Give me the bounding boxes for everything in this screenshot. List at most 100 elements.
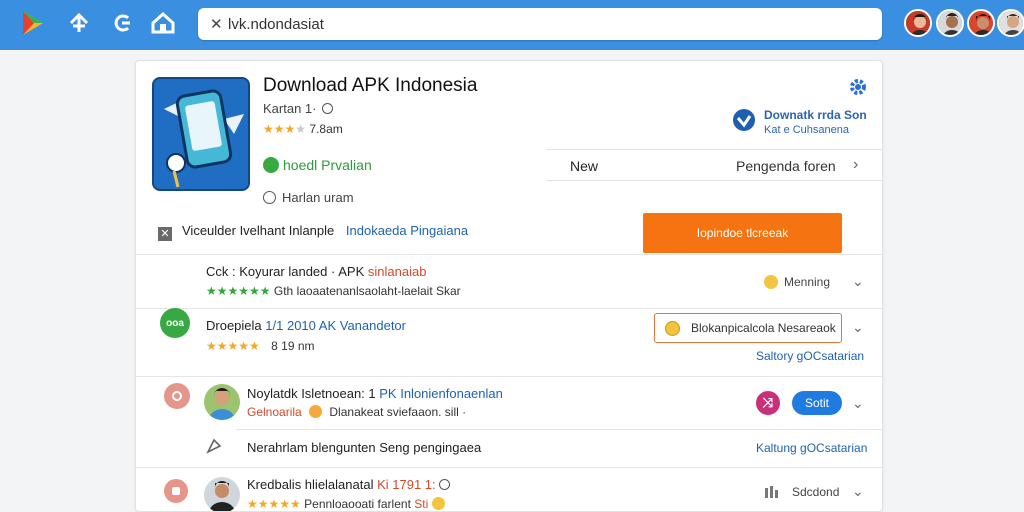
update-time: Harlan uram bbox=[263, 190, 354, 205]
list-item-sub-text2: farlent bbox=[377, 497, 411, 511]
divider bbox=[236, 429, 882, 430]
info-icon[interactable] bbox=[439, 479, 451, 490]
tab-pengenda[interactable]: Pengenda foren bbox=[736, 158, 836, 174]
search-input[interactable] bbox=[228, 12, 788, 36]
list-item-sub: ★★★★★ 8 19 nm bbox=[206, 339, 315, 353]
list-item-sub-red: Gelnoarila bbox=[247, 405, 302, 419]
promo-line2: Kat e Cuhsanena bbox=[764, 124, 850, 136]
app-rating: ★★★★ 7.8am bbox=[263, 122, 343, 136]
list-item-title-blue: 1/1 2010 AK Vanandetor bbox=[265, 318, 406, 333]
divider bbox=[136, 308, 882, 309]
list-item-title-red: sinlanaiab bbox=[367, 264, 427, 279]
list-item-title: Kredbalis hlielalanatal Ki 1791 1: bbox=[247, 477, 451, 492]
checkbox-label: Viceulder Ivelhant Inlanple bbox=[182, 223, 335, 238]
emoji-icon bbox=[309, 405, 323, 418]
list-item-title-red: Ki 1791 1: bbox=[377, 477, 436, 492]
avatar[interactable] bbox=[967, 9, 995, 37]
app-icon bbox=[152, 77, 250, 191]
app-detail-card: Download APK Indonesia Kartan 1· ★★★★ 7.… bbox=[135, 60, 883, 512]
list-item-sub-text: Dlanakeat sviefaaon. sill · bbox=[329, 405, 467, 419]
gear-icon[interactable] bbox=[848, 77, 868, 102]
home-icon[interactable] bbox=[150, 10, 176, 36]
shuffle-icon[interactable]: ⤨ bbox=[756, 391, 780, 415]
chevron-down-icon[interactable]: ⌄ bbox=[852, 483, 864, 500]
chevron-right-icon[interactable]: › bbox=[853, 156, 858, 174]
list-item-title: Cck : Koyurar landed · APK sinlanaiab bbox=[206, 264, 426, 279]
list-item-title-main: Droepiela bbox=[206, 318, 262, 333]
side-link[interactable]: Saltory gOCsatarian bbox=[756, 349, 864, 363]
chevron-down-icon[interactable]: ⌄ bbox=[852, 319, 864, 336]
list-item-sub: ★★★★★★ Gth laoaatenanlsaolaht-laelait Sk… bbox=[206, 284, 461, 298]
checkbox-link[interactable]: Indokaeda Pingaiana bbox=[346, 223, 468, 238]
list-item-title-main: Kredbalis hlielalanatal bbox=[247, 477, 374, 492]
rating-text: 7.8am bbox=[309, 122, 343, 136]
badge-icon: ooa bbox=[160, 308, 190, 338]
checkbox-row[interactable]: ✕ Viceulder Ivelhant Inlanple Indokaeda P… bbox=[158, 223, 468, 241]
pin-icon bbox=[206, 438, 222, 459]
star-icon: ★ bbox=[295, 122, 307, 136]
info-icon[interactable] bbox=[322, 103, 334, 114]
list-item-title-main: Noylatdk Isletnoean: 1 bbox=[247, 386, 376, 401]
avatar[interactable] bbox=[997, 9, 1024, 37]
avatar[interactable] bbox=[936, 9, 964, 37]
star-icon: ★★★★★ bbox=[206, 339, 260, 353]
star-icon: ★ bbox=[273, 122, 285, 136]
update-time-text: Harlan uram bbox=[282, 190, 354, 205]
verified-label: hoedl Prvalian bbox=[263, 157, 372, 173]
badge-icon bbox=[164, 479, 188, 503]
list-item-title: Droepiela 1/1 2010 AK Vanandetor bbox=[206, 318, 406, 333]
star-icon: ★★★★★★ bbox=[206, 284, 271, 298]
star-icon: ★ bbox=[263, 122, 274, 136]
clear-search-icon[interactable]: ✕ bbox=[210, 15, 223, 33]
promo-line1: Downatk rrda Son bbox=[764, 108, 867, 122]
action-button[interactable]: Blokanpicalcola Nesareaok bbox=[654, 313, 842, 343]
install-button[interactable]: Iopindoe tlcreeak bbox=[643, 213, 842, 253]
leaf-icon bbox=[263, 157, 279, 173]
verified-label-text: hoedl Prvalian bbox=[283, 157, 372, 173]
avatar[interactable] bbox=[904, 9, 932, 37]
list-item-sub-text: 8 19 nm bbox=[271, 339, 315, 353]
chevron-down-icon[interactable]: ⌄ bbox=[852, 395, 864, 412]
app-title: Download APK Indonesia bbox=[263, 75, 478, 96]
list-item-text: Nerahrlam blengunten Seng pengingaea bbox=[247, 440, 482, 455]
list-item-title-blue: PK Inlonienfonaenlan bbox=[379, 386, 503, 401]
plus-share-icon[interactable] bbox=[66, 10, 92, 36]
divider bbox=[136, 254, 882, 255]
clock-icon bbox=[263, 191, 276, 204]
side-link[interactable]: Kaltung gOCsatarian bbox=[756, 441, 867, 455]
app-subtitle-text: Kartan 1· bbox=[263, 101, 317, 116]
chevron-down-icon[interactable]: ⌄ bbox=[852, 273, 864, 290]
smile-icon bbox=[764, 275, 778, 289]
list-item-sub: Gelnoarila Dlanakeat sviefaaon. sill · bbox=[247, 405, 466, 419]
badge-icon bbox=[164, 383, 190, 409]
emoji-icon bbox=[431, 497, 445, 510]
back-icon[interactable] bbox=[110, 10, 136, 36]
checkbox[interactable]: ✕ bbox=[158, 227, 172, 241]
emoji-icon bbox=[665, 321, 680, 336]
list-item-title: Noylatdk Isletnoean: 1 PK Inlonienfonaen… bbox=[247, 386, 503, 401]
list-item-sub-text: Gth laoaatenanlsaolaht-laelait Skar bbox=[273, 284, 461, 298]
avatar[interactable] bbox=[204, 384, 240, 420]
avatar[interactable] bbox=[204, 477, 240, 511]
divider bbox=[136, 376, 882, 377]
top-bar: ✕ bbox=[0, 0, 1024, 50]
chart-icon bbox=[764, 485, 778, 504]
action-button-label: Blokanpicalcola Nesareaok bbox=[691, 321, 836, 335]
list-item-status-text: Menning bbox=[784, 275, 831, 289]
list-item-sub: ★★★★★ Pennloaooati farlent Sti bbox=[247, 497, 445, 511]
tabs-row: New Pengenda foren › bbox=[546, 149, 882, 181]
list-item-sub-red: Sti bbox=[414, 497, 429, 511]
app-subtitle: Kartan 1· bbox=[263, 101, 334, 116]
submit-pill-button[interactable]: Sotit bbox=[792, 391, 842, 415]
tab-new[interactable]: New bbox=[570, 158, 598, 174]
list-item-sub-text: Pennloaooati bbox=[304, 497, 375, 511]
star-icon: ★★★★★ bbox=[247, 497, 301, 511]
list-item-status: Menning bbox=[764, 275, 830, 289]
list-item-title-main: Cck : Koyurar landed · APK bbox=[206, 264, 365, 279]
play-logo-icon[interactable] bbox=[20, 10, 46, 36]
download-check-icon bbox=[732, 108, 756, 137]
divider bbox=[136, 467, 882, 468]
list-item-status-text: Sdcdond bbox=[792, 485, 840, 499]
star-icon: ★ bbox=[284, 122, 296, 136]
search-bar: ✕ bbox=[198, 8, 1019, 40]
